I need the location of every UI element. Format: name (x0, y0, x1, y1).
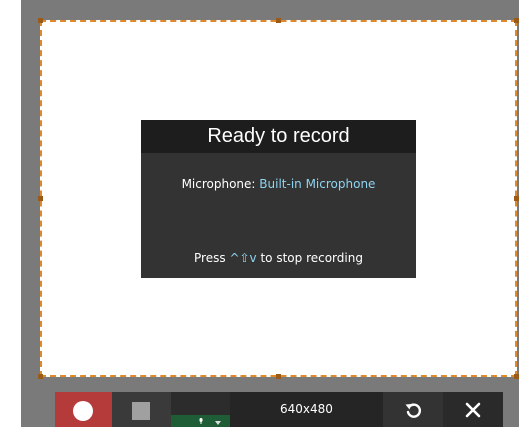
resize-handle-top-right[interactable] (514, 18, 519, 23)
shortcut-prefix: Press (194, 251, 230, 265)
shortcut-suffix: to stop recording (256, 251, 363, 265)
microphone-value: Built-in Microphone (259, 177, 376, 191)
undo-button[interactable] (383, 392, 443, 427)
stop-button[interactable] (112, 392, 171, 427)
stop-shortcut-hint: Press ^⇧v to stop recording (141, 251, 416, 265)
capture-size-label: 640x480 (230, 392, 383, 427)
audio-source-button[interactable] (171, 392, 230, 427)
undo-icon (405, 403, 422, 418)
microphone-label: Microphone: (181, 177, 260, 191)
resize-handle-bottom-right[interactable] (514, 374, 519, 379)
resize-handle-top[interactable] (276, 18, 281, 23)
close-icon (465, 402, 481, 418)
status-title: Ready to record (141, 120, 416, 153)
stop-icon (132, 402, 150, 420)
shortcut-keys: ^⇧v (229, 251, 257, 265)
record-icon (73, 401, 93, 421)
resize-handle-bottom-left[interactable] (38, 374, 43, 379)
close-button[interactable] (443, 392, 503, 427)
record-status-panel: Ready to record Microphone: Built-in Mic… (141, 120, 416, 278)
recording-toolbar: 640x480 (55, 392, 503, 427)
resize-handle-right[interactable] (514, 196, 519, 201)
microphone-status: Microphone: Built-in Microphone (141, 177, 416, 191)
resize-handle-top-left[interactable] (38, 18, 43, 23)
resize-handle-left[interactable] (38, 196, 43, 201)
microphone-icon (199, 418, 203, 424)
record-button[interactable] (55, 392, 112, 427)
resize-handle-bottom[interactable] (276, 374, 281, 379)
chevron-down-icon (215, 421, 221, 425)
